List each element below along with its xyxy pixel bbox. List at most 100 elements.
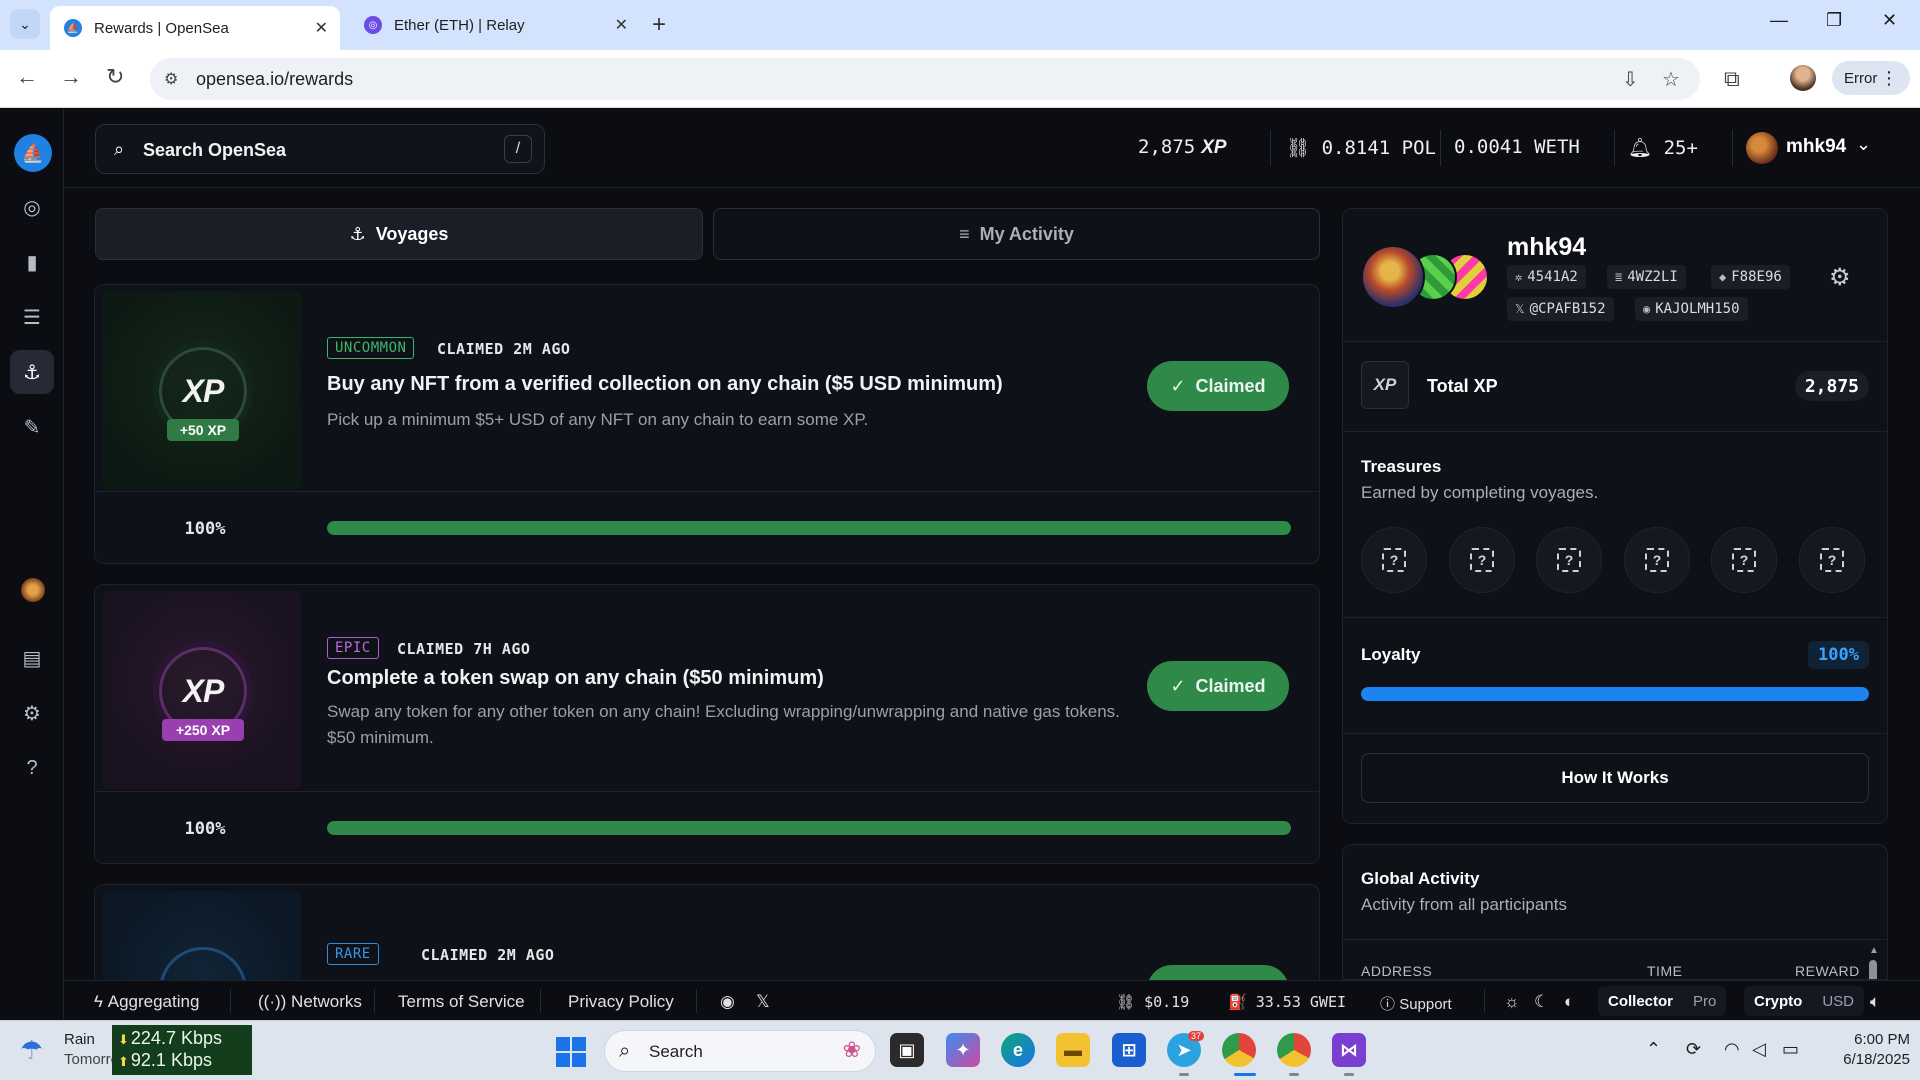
weather-subtitle[interactable]: Tomorrow	[64, 1051, 116, 1068]
close-tab-icon[interactable]: ✕	[315, 18, 328, 38]
aggregating-status[interactable]: ϟ Aggregating	[94, 992, 199, 1012]
tab-search-dropdown[interactable]: ⌄	[10, 9, 40, 39]
profile-avatar-icon[interactable]	[21, 578, 45, 602]
header-username[interactable]: mhk94	[1786, 136, 1846, 158]
treasure-slot[interactable]: ?	[1799, 527, 1865, 593]
discover-compass-icon[interactable]: ◎	[17, 192, 47, 222]
user-avatar[interactable]	[1746, 132, 1778, 164]
settings-gear-icon[interactable]: ⚙	[1829, 263, 1851, 292]
tab-voyages[interactable]: ⚓ Voyages	[95, 208, 703, 260]
install-app-icon[interactable]: ⇩	[1622, 67, 1639, 92]
profile-chip[interactable]: ✲ 4541A2	[1507, 265, 1586, 289]
browser-profile-avatar[interactable]	[1790, 65, 1816, 91]
chevron-down-icon[interactable]: ⌄	[1856, 134, 1871, 155]
scrollbar-thumb[interactable]	[1869, 960, 1877, 979]
opensea-logo-icon[interactable]: ⛵	[14, 134, 52, 172]
activity-list-icon[interactable]: ☰	[17, 302, 47, 332]
battery-icon[interactable]: ▭	[1782, 1039, 1799, 1060]
system-theme-icon[interactable]: ◐	[1564, 992, 1574, 1012]
profile-chip[interactable]: ◆ F88E96	[1711, 265, 1790, 289]
currency-crypto[interactable]: Crypto	[1744, 993, 1812, 1010]
claimed-button[interactable]	[1147, 965, 1289, 980]
profile-chip[interactable]: ◉ KAJOLMH150	[1635, 297, 1748, 321]
how-it-works-button[interactable]: How It Works	[1361, 753, 1869, 803]
windows-start-icon[interactable]	[556, 1037, 586, 1067]
rewards-anchor-icon[interactable]: ⚓	[10, 350, 54, 394]
scrollbar[interactable]: ▲	[1869, 945, 1879, 979]
x-twitter-icon[interactable]: 𝕏	[756, 992, 770, 1012]
search-input[interactable]: ⌕ Search OpenSea /	[95, 124, 545, 174]
rain-weather-icon[interactable]: ☂	[20, 1035, 43, 1066]
minimize-icon[interactable]: —	[1770, 10, 1788, 31]
browser-tab-rewards[interactable]: ⛵ Rewards | OpenSea ✕	[50, 6, 340, 50]
restore-icon[interactable]: ❐	[1826, 10, 1842, 31]
settings-gear-icon[interactable]: ⚙	[17, 698, 47, 728]
currency-usd[interactable]: USD	[1812, 993, 1864, 1010]
treasure-slot[interactable]: ?	[1361, 527, 1427, 593]
currency-toggle[interactable]: Crypto USD	[1744, 986, 1865, 1016]
profile-chip[interactable]: ≣ 4WZ2LI	[1607, 265, 1686, 289]
profile-avatar[interactable]	[1361, 245, 1425, 309]
file-explorer-icon[interactable]: ▬	[1056, 1033, 1090, 1067]
create-pen-icon[interactable]: ✎	[17, 412, 47, 442]
pol-balance[interactable]: ⛓ 0.8141 POL	[1286, 136, 1436, 159]
dark-theme-icon[interactable]: ☾	[1534, 992, 1549, 1012]
bookmark-star-icon[interactable]: ☆	[1662, 67, 1680, 92]
microsoft-store-icon[interactable]: ⊞	[1112, 1033, 1146, 1067]
task-view-icon[interactable]: ▣	[890, 1033, 924, 1067]
weth-balance[interactable]: 0.0041 WETH	[1454, 136, 1580, 158]
notifications-button[interactable]: 🔔︎ 25+	[1628, 136, 1698, 159]
reload-icon[interactable]: ↻	[106, 64, 124, 90]
weather-title[interactable]: Rain	[64, 1031, 95, 1048]
column-header-reward[interactable]: REWARD	[1795, 963, 1860, 979]
studio-docs-icon[interactable]: ▤	[17, 643, 47, 673]
support-link[interactable]: ⓘ Support	[1380, 993, 1452, 1014]
sync-icon[interactable]: ⟳	[1686, 1039, 1701, 1060]
sound-icon[interactable]: 🔈︎	[1870, 992, 1880, 1012]
column-header-time[interactable]: TIME	[1647, 963, 1682, 979]
close-tab-icon[interactable]: ✕	[615, 15, 628, 35]
extensions-puzzle-icon[interactable]: ⧉	[1724, 66, 1740, 92]
visual-studio-icon[interactable]: ⋈	[1332, 1033, 1366, 1067]
terms-link[interactable]: Terms of Service	[398, 992, 525, 1012]
scroll-up-arrow-icon[interactable]: ▲	[1869, 945, 1879, 956]
networks-link[interactable]: ((·)) Networks	[258, 992, 362, 1012]
mode-toggle[interactable]: Collector Pro	[1598, 986, 1727, 1016]
column-header-address[interactable]: ADDRESS	[1361, 963, 1432, 979]
mode-collector[interactable]: Collector	[1598, 993, 1683, 1010]
new-tab-plus-icon[interactable]: +	[652, 11, 666, 39]
light-theme-icon[interactable]: ☼	[1504, 992, 1520, 1012]
treasure-slot[interactable]: ?	[1449, 527, 1515, 593]
tab-my-activity[interactable]: ≡ My Activity	[713, 208, 1320, 260]
help-icon[interactable]: ?	[17, 753, 47, 783]
browser-tab-relay[interactable]: ◎ Ether (ETH) | Relay ✕	[350, 6, 640, 44]
address-bar[interactable]: ⚙ opensea.io/rewards ⇩ ☆	[150, 58, 1700, 100]
xp-balance[interactable]: 2,875 XP	[1138, 136, 1227, 159]
copilot-icon[interactable]: ✦	[946, 1033, 980, 1067]
stats-chart-icon[interactable]: ▮	[17, 247, 47, 277]
treasure-slot[interactable]: ?	[1624, 527, 1690, 593]
claimed-button[interactable]: ✓ Claimed	[1147, 661, 1289, 711]
discord-icon[interactable]: ◉	[720, 992, 735, 1012]
claimed-button[interactable]: ✓ Claimed	[1147, 361, 1289, 411]
treasure-slot[interactable]: ?	[1536, 527, 1602, 593]
tray-overflow-chevron-icon[interactable]: ⌃	[1646, 1039, 1661, 1060]
privacy-link[interactable]: Privacy Policy	[568, 992, 674, 1012]
treasure-slot[interactable]: ?	[1711, 527, 1777, 593]
volume-icon[interactable]: ◁	[1752, 1039, 1766, 1060]
url-text[interactable]: opensea.io/rewards	[196, 69, 353, 90]
wifi-icon[interactable]: ◠	[1724, 1039, 1740, 1060]
profile-chip[interactable]: 𝕏 @CPAFB152	[1507, 297, 1614, 321]
site-settings-icon[interactable]: ⚙	[164, 69, 178, 89]
close-window-icon[interactable]: ✕	[1882, 10, 1897, 31]
chrome-profile-icon[interactable]	[1277, 1033, 1311, 1067]
chrome-icon[interactable]	[1222, 1033, 1256, 1067]
mode-pro[interactable]: Pro	[1683, 993, 1726, 1010]
more-vert-icon[interactable]: ⋮	[1880, 68, 1898, 89]
profile-error-button[interactable]: Error ⋮	[1832, 61, 1910, 95]
edge-icon[interactable]: e	[1001, 1033, 1035, 1067]
taskbar-search-input[interactable]: ⌕ Search ❀	[604, 1030, 876, 1072]
taskbar-clock[interactable]: 6:00 PM 6/18/2025	[1826, 1030, 1910, 1070]
forward-arrow-icon[interactable]: →	[60, 64, 82, 90]
back-arrow-icon[interactable]: ←	[16, 64, 38, 90]
